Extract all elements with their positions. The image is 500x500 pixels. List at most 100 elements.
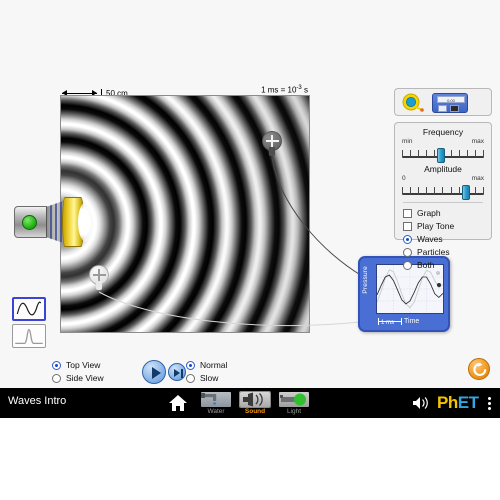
measuring-tape-icon[interactable]: [402, 93, 424, 113]
nav-tab-light[interactable]: Light: [275, 392, 313, 416]
play-tone-checkbox-box: [403, 221, 412, 231]
radio-top-view[interactable]: Top View: [52, 360, 104, 370]
nav-tab-water[interactable]: Water: [197, 392, 235, 416]
speaker-source[interactable]: [14, 196, 94, 248]
stopwatch-reset-button: [450, 105, 459, 112]
panel-divider: [403, 202, 483, 203]
play-icon: [152, 367, 161, 379]
speaker-icon: [239, 391, 271, 408]
radio-particles[interactable]: Particles: [403, 247, 485, 257]
frequency-end-labels: min max: [401, 138, 485, 145]
sine-wave-icon: [16, 301, 42, 316]
speed-radio-group: Normal Slow: [186, 360, 227, 386]
nav-tab-water-label: Water: [207, 408, 225, 415]
nav-tab-sound[interactable]: Sound: [236, 391, 274, 416]
amplitude-min-label: 0: [402, 175, 406, 182]
radio-side-view-dot: [52, 373, 61, 383]
time-note-prefix: 1 ms = 10: [261, 85, 297, 95]
radio-normal-dot: [186, 360, 195, 370]
play-tone-checkbox[interactable]: Play Tone: [403, 221, 485, 231]
amplitude-ticks: [402, 187, 484, 194]
faucet-icon: [201, 392, 231, 407]
dark-probe-marker: [437, 283, 441, 287]
probe-neck: [96, 281, 102, 290]
graph-time-scale-bar: 1 ms: [377, 317, 403, 329]
reset-icon: [473, 362, 487, 376]
probe-neck: [269, 147, 275, 156]
amplitude-slider[interactable]: [401, 183, 485, 200]
radio-slow[interactable]: Slow: [186, 373, 227, 383]
radio-waves-label: Waves: [417, 234, 443, 244]
scale-bar-arrow: [62, 89, 97, 96]
light-probe-marker: [436, 271, 440, 275]
graph-checkbox-label: Graph: [417, 208, 441, 218]
graph-checkbox-box: [403, 208, 412, 218]
phet-logo[interactable]: PhET: [437, 393, 479, 413]
radio-particles-label: Particles: [417, 247, 450, 257]
tools-panel: 0.00: [394, 88, 492, 116]
speaker-emission-glow: [78, 202, 94, 242]
home-icon[interactable]: [168, 393, 188, 413]
amplitude-thumb[interactable]: [461, 185, 470, 200]
amplitude-max-label: max: [471, 175, 484, 182]
frequency-title: Frequency: [422, 127, 464, 137]
nav-tab-sound-label: Sound: [244, 408, 266, 415]
stopwatch-icon[interactable]: 0.00: [432, 93, 468, 113]
laser-icon: [279, 392, 309, 407]
radio-waves[interactable]: Waves: [403, 234, 485, 244]
frequency-max-label: max: [471, 138, 484, 145]
sim-title: Waves Intro: [8, 395, 67, 407]
amplitude-end-labels: 0 max: [401, 175, 485, 182]
simulation-stage: 50 cm 1 ms = 10-3 s Pressure 1 ms Time T…: [0, 0, 500, 388]
frequency-slider[interactable]: [401, 146, 485, 163]
speaker-green-button[interactable]: [22, 215, 37, 230]
graph-plot-area: [376, 264, 444, 314]
graph-x-axis-label: Time: [404, 318, 420, 325]
radio-side-view[interactable]: Side View: [52, 373, 104, 383]
phet-sim-window: 50 cm 1 ms = 10-3 s Pressure 1 ms Time T…: [0, 0, 500, 500]
sound-controls-panel: Frequency min max Amplitude 0 max Graph …: [394, 122, 492, 270]
radio-waves-dot: [403, 234, 412, 244]
time-note-suffix: s: [301, 85, 308, 95]
pressure-probe-dark[interactable]: [262, 131, 282, 158]
graph-y-axis-label: Pressure: [362, 266, 369, 294]
radio-side-view-label: Side View: [66, 373, 104, 383]
radio-both[interactable]: Both: [403, 260, 485, 270]
radio-top-view-dot: [52, 360, 61, 370]
frequency-min-label: min: [402, 138, 413, 145]
view-mode-radio-group: Top View Side View: [52, 360, 104, 386]
play-tone-checkbox-label: Play Tone: [417, 221, 455, 231]
radio-both-label: Both: [417, 260, 435, 270]
phet-logo-p: P: [437, 393, 448, 412]
radio-slow-label: Slow: [200, 373, 219, 383]
time-unit-note: 1 ms = 10-3 s: [261, 85, 308, 95]
play-button[interactable]: [142, 360, 166, 384]
pulse-wave-button[interactable]: [12, 324, 46, 348]
phet-logo-t: T: [468, 393, 479, 412]
continuous-wave-button[interactable]: [12, 297, 46, 321]
frequency-control: Frequency min max: [401, 127, 485, 163]
radio-normal[interactable]: Normal: [186, 360, 227, 370]
amplitude-control: Amplitude 0 max: [401, 164, 485, 200]
step-forward-button[interactable]: [168, 363, 186, 381]
step-forward-bar: [180, 368, 183, 378]
graph-checkbox[interactable]: Graph: [403, 208, 485, 218]
frequency-thumb[interactable]: [436, 148, 445, 163]
reset-all-button[interactable]: [468, 358, 490, 380]
stopwatch-play-button: [438, 105, 447, 112]
radio-slow-dot: [186, 373, 195, 383]
amplitude-title: Amplitude: [424, 164, 462, 174]
pressure-probe-light[interactable]: [89, 265, 109, 292]
panel-options: Graph Play Tone Waves Particles Both: [401, 208, 485, 270]
phet-logo-h: h: [447, 393, 458, 412]
sim-navigation-bar: Waves Intro Water Sound Light PhET: [0, 388, 500, 418]
volume-icon[interactable]: [412, 395, 430, 411]
radio-top-view-label: Top View: [66, 360, 101, 370]
page-background: [0, 418, 500, 500]
step-forward-icon: [174, 368, 180, 377]
stopwatch-display: 0.00: [437, 96, 465, 103]
kebab-menu-icon[interactable]: [488, 397, 491, 410]
nav-tab-light-label: Light: [286, 408, 302, 415]
graph-scale-label: 1 ms: [381, 320, 395, 326]
radio-both-dot: [403, 260, 412, 270]
